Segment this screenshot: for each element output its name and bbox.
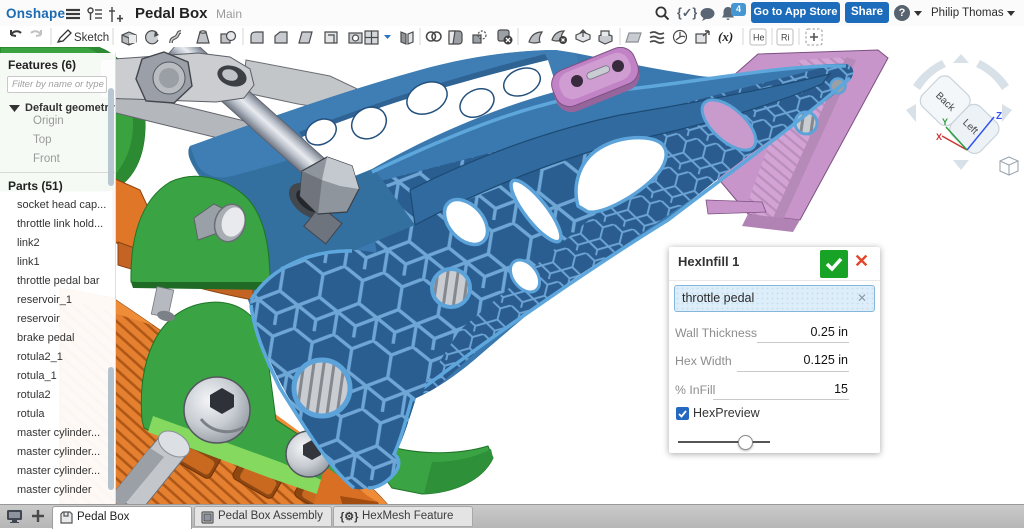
svg-text:X: X [936, 132, 942, 142]
svg-text:Z: Z [996, 111, 1002, 122]
svg-text:He: He [753, 33, 765, 43]
svg-text:Y: Y [942, 117, 948, 127]
svg-text:(x): (x) [718, 29, 733, 44]
svg-text:Ri: Ri [781, 33, 790, 43]
svg-text:Sketch: Sketch [74, 32, 109, 44]
